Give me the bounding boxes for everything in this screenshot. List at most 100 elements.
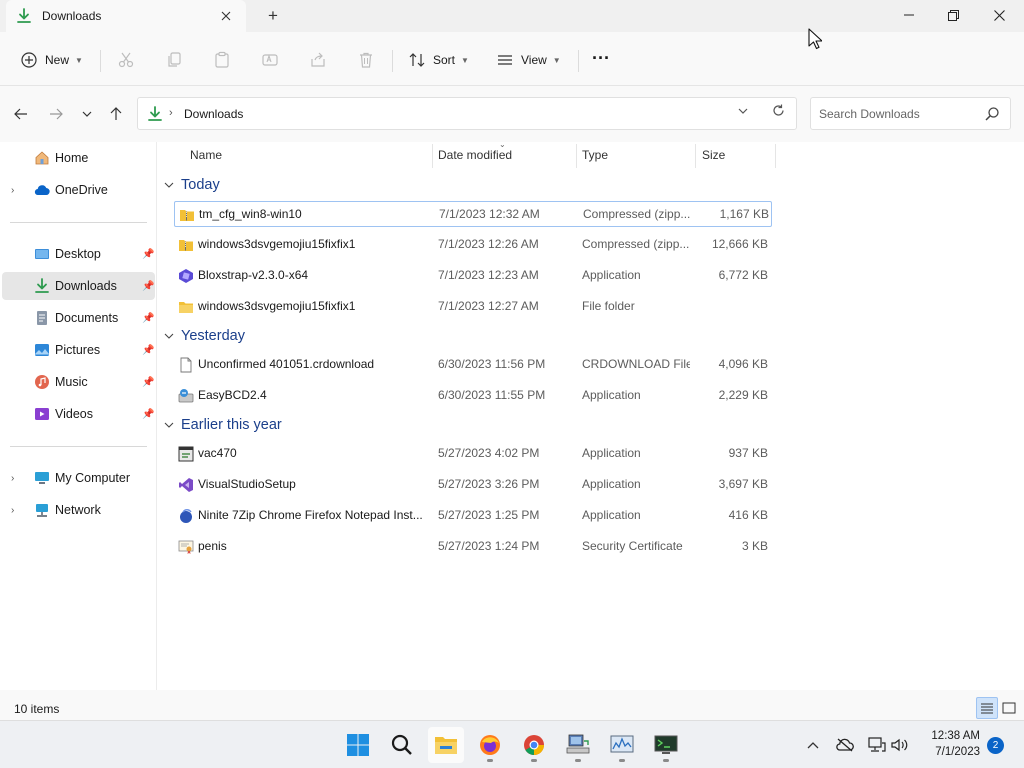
search-input[interactable]: Search Downloads [810, 97, 1011, 130]
back-button[interactable] [9, 103, 33, 125]
pin-icon[interactable]: 📌 [142, 345, 154, 356]
group-header-earlier-this-year[interactable]: Earlier this year [164, 414, 282, 436]
chevron-right-icon[interactable]: › [11, 185, 21, 196]
sidebar-item-onedrive[interactable]: › OneDrive [2, 176, 155, 204]
show-hidden-icons-button[interactable] [804, 736, 822, 754]
file-row[interactable]: penis 5/27/2023 1:24 PM Security Certifi… [174, 534, 772, 560]
breadcrumb-chevron-icon[interactable]: › [169, 107, 173, 119]
copy-button[interactable] [165, 46, 183, 74]
column-divider[interactable] [576, 144, 577, 168]
file-name: tm_cfg_win8-win10 [199, 207, 302, 221]
volume-tray-icon[interactable] [891, 736, 909, 754]
status-bar: 10 items [0, 690, 1024, 720]
speaker-icon [891, 738, 908, 752]
sidebar-item-desktop[interactable]: Desktop 📌 [2, 240, 155, 268]
pin-icon[interactable]: 📌 [142, 281, 154, 292]
new-tab-button[interactable]: + [262, 6, 284, 26]
group-header-today[interactable]: Today [164, 174, 220, 196]
restore-icon [947, 9, 959, 21]
column-header-date-modified[interactable]: Date modified [438, 142, 512, 168]
new-button[interactable]: New ▼ [20, 46, 83, 74]
file-row[interactable]: EasyBCD2.4 6/30/2023 11:55 PM Applicatio… [174, 383, 772, 409]
cut-button[interactable] [117, 46, 135, 74]
network-tray-icon[interactable] [868, 736, 886, 754]
file-row[interactable]: windows3dsvgemojiu15fixfix1 7/1/2023 12:… [174, 232, 772, 258]
pin-icon[interactable]: 📌 [142, 249, 154, 260]
file-row[interactable]: Bloxstrap-v2.3.0-x64 7/1/2023 12:23 AM A… [174, 263, 772, 289]
delete-button[interactable] [357, 46, 375, 74]
taskbar-network-app[interactable] [560, 727, 596, 763]
sidebar-item-home[interactable]: Home [2, 144, 155, 172]
cloud-icon [34, 185, 50, 196]
clock-date[interactable]: 7/1/2023 [924, 746, 980, 758]
close-window-button[interactable] [976, 0, 1022, 30]
pin-icon[interactable]: 📌 [142, 409, 154, 420]
column-header-name[interactable]: Name [190, 142, 222, 168]
minimize-button[interactable] [886, 0, 932, 30]
file-row[interactable]: tm_cfg_win8-win10 7/1/2023 12:32 AM Comp… [174, 201, 772, 227]
sidebar-item-documents[interactable]: Documents 📌 [2, 304, 155, 332]
taskbar-chrome[interactable] [516, 727, 552, 763]
file-row[interactable]: Ninite 7Zip Chrome Firefox Notepad Inst.… [174, 503, 772, 529]
file-size: 1,167 KB [719, 207, 769, 221]
column-divider[interactable] [432, 144, 433, 168]
up-button[interactable] [104, 103, 128, 125]
recent-locations-button[interactable] [75, 103, 99, 125]
arrow-left-icon [14, 108, 27, 120]
sidebar-item-my-computer[interactable]: › My Computer [2, 464, 155, 492]
pin-icon[interactable]: 📌 [142, 377, 154, 388]
group-title: Yesterday [181, 328, 245, 344]
column-divider[interactable] [775, 144, 776, 168]
large-icons-view-button[interactable] [998, 697, 1020, 719]
address-history-button[interactable] [738, 106, 748, 117]
file-date: 7/1/2023 12:23 AM [438, 268, 539, 282]
refresh-button[interactable] [772, 104, 785, 120]
notification-badge[interactable]: 2 [987, 737, 1004, 754]
taskbar-monitor-app[interactable] [604, 727, 640, 763]
column-divider[interactable] [695, 144, 696, 168]
file-size: 3,697 KB [718, 477, 768, 491]
file-date: 6/30/2023 11:55 PM [438, 388, 546, 402]
scissors-icon [118, 52, 134, 68]
file-row[interactable]: vac470 5/27/2023 4:02 PM Application 937… [174, 441, 772, 467]
taskbar-firefox[interactable] [472, 727, 508, 763]
sidebar-item-pictures[interactable]: Pictures 📌 [2, 336, 155, 364]
chevron-right-icon[interactable]: › [11, 473, 21, 484]
file-row[interactable]: windows3dsvgemojiu15fixfix1 7/1/2023 12:… [174, 294, 772, 320]
pin-icon[interactable]: 📌 [142, 313, 154, 324]
chevron-down-icon [82, 111, 92, 117]
more-options-button[interactable]: ··· [592, 44, 610, 72]
forward-button[interactable] [44, 103, 68, 125]
paste-button[interactable] [213, 46, 231, 74]
sort-button[interactable]: Sort ▼ [408, 46, 469, 74]
chevron-right-icon[interactable]: › [11, 505, 21, 516]
breadcrumb-downloads[interactable]: Downloads [184, 107, 243, 121]
sidebar-item-network[interactable]: › Network [2, 496, 155, 524]
group-header-yesterday[interactable]: Yesterday [164, 325, 245, 347]
ethernet-icon [868, 737, 886, 752]
file-date: 5/27/2023 3:26 PM [438, 477, 540, 491]
column-header-type[interactable]: Type [582, 142, 608, 168]
details-view-button[interactable] [976, 697, 998, 719]
search-button[interactable] [384, 727, 420, 763]
taskbar-file-explorer[interactable] [428, 727, 464, 763]
taskbar-terminal-app[interactable] [648, 727, 684, 763]
file-row[interactable]: Unconfirmed 401051.crdownload 6/30/2023 … [174, 352, 772, 378]
sidebar-item-music[interactable]: Music 📌 [2, 368, 155, 396]
address-bar[interactable]: › Downloads [137, 97, 797, 130]
sidebar-item-downloads[interactable]: Downloads 📌 [2, 272, 155, 300]
sidebar-item-videos[interactable]: Videos 📌 [2, 400, 155, 428]
maximize-button[interactable] [930, 0, 976, 30]
file-row[interactable]: VisualStudioSetup 5/27/2023 3:26 PM Appl… [174, 472, 772, 498]
tab-close-button[interactable] [216, 6, 236, 26]
clock-time[interactable]: 12:38 AM [924, 730, 980, 742]
start-button[interactable] [340, 727, 376, 763]
column-header-size[interactable]: Size [702, 142, 725, 168]
file-size: 937 KB [728, 446, 768, 460]
share-button[interactable] [309, 46, 327, 74]
rename-button[interactable] [261, 46, 279, 74]
onedrive-tray-icon[interactable] [836, 736, 854, 754]
file-explorer-icon [435, 737, 457, 754]
view-button[interactable]: View ▼ [496, 46, 561, 74]
tab-downloads[interactable]: Downloads [6, 0, 246, 32]
